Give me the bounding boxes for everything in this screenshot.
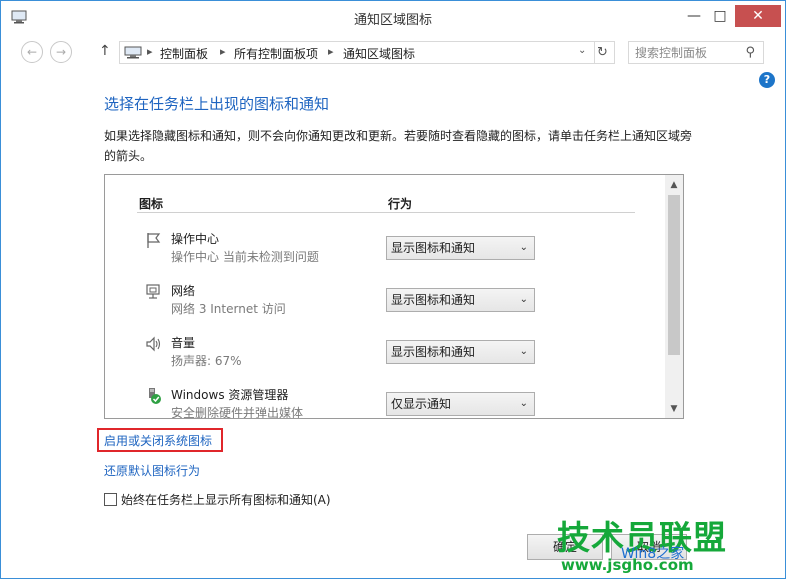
chevron-down-icon: ⌄ <box>519 294 528 305</box>
row-name: 音量 <box>171 336 196 350</box>
flag-icon <box>147 233 161 248</box>
minimize-button[interactable]: — <box>681 5 707 27</box>
page-title: 选择在任务栏上出现的图标和通知 <box>104 95 330 113</box>
scroll-up-icon[interactable]: ▲ <box>665 177 683 193</box>
list-item: Windows 资源管理器 安全删除硬件并弹出媒体 仅显示通知 ⌄ <box>105 384 665 419</box>
watermark-site: www.jsgho.com <box>561 556 694 574</box>
search-icon[interactable]: ⚲ <box>745 45 755 60</box>
behavior-select[interactable]: 显示图标和通知 ⌄ <box>386 340 535 364</box>
column-header-behavior: 行为 <box>388 197 413 211</box>
list-item: 音量 扬声器: 67% 显示图标和通知 ⌄ <box>105 332 665 382</box>
arrow-left-icon: ← <box>26 45 38 59</box>
chevron-down-icon: ⌄ <box>519 346 528 357</box>
always-show-checkbox[interactable] <box>104 493 117 506</box>
chevron-down-icon: ⌄ <box>519 242 528 253</box>
usb-eject-icon <box>149 388 161 404</box>
address-bar[interactable]: ▸ 控制面板 ▸ 所有控制面板项 ▸ 通知区域图标 ⌄ <box>119 41 595 64</box>
row-name: Windows 资源管理器 <box>171 388 289 402</box>
row-name: 操作中心 <box>171 232 220 246</box>
row-subtitle: 安全删除硬件并弹出媒体 <box>171 406 304 419</box>
vertical-scrollbar[interactable]: ▲ ▼ <box>665 175 683 418</box>
divider <box>137 212 635 213</box>
breadcrumb-separator-icon: ▸ <box>328 45 334 58</box>
window: 通知区域图标 — □ ✕ ← → ↑ ▸ 控制面板 ▸ 所有控制面板项 ▸ 通知… <box>0 0 786 579</box>
up-button[interactable]: ↑ <box>99 43 111 59</box>
icon-list-panel: 图标 行为 操作中心 操作中心 当前未检测到问题 显示图标和通知 ⌄ 网络 网络… <box>104 174 684 419</box>
behavior-select-value: 显示图标和通知 <box>391 241 476 255</box>
breadcrumb-separator-icon: ▸ <box>147 45 153 58</box>
list-item: 网络 网络 3 Internet 访问 显示图标和通知 ⌄ <box>105 280 665 330</box>
speaker-icon <box>146 336 161 352</box>
arrow-up-icon: ↑ <box>99 43 111 59</box>
control-panel-icon <box>124 46 142 59</box>
description-text: 如果选择隐藏图标和通知，则不会向你通知更改和更新。若要随时查看隐藏的图标，请单击… <box>104 129 693 163</box>
back-button[interactable]: ← <box>21 41 43 63</box>
breadcrumb-item[interactable]: 所有控制面板项 <box>234 45 318 62</box>
search-box: ⚲ <box>628 41 764 64</box>
row-subtitle: 操作中心 当前未检测到问题 <box>171 250 319 264</box>
column-header-icon: 图标 <box>139 197 164 211</box>
chevron-down-icon[interactable]: ⌄ <box>578 45 586 56</box>
system-icons-link[interactable]: 启用或关闭系统图标 <box>104 432 212 449</box>
refresh-button[interactable]: ↻ <box>591 41 615 64</box>
breadcrumb-item[interactable]: 通知区域图标 <box>343 45 415 62</box>
title-bar: 通知区域图标 — □ ✕ <box>1 1 785 33</box>
checkbox-label: 始终在任务栏上显示所有图标和通知(A) <box>121 493 331 507</box>
restore-defaults-link[interactable]: 还原默认图标行为 <box>104 462 200 479</box>
row-subtitle: 扬声器: 67% <box>171 354 242 368</box>
arrow-right-icon: → <box>55 45 67 59</box>
breadcrumb-item[interactable]: 控制面板 <box>160 45 208 62</box>
navigation-bar: ← → ↑ ▸ 控制面板 ▸ 所有控制面板项 ▸ 通知区域图标 ⌄ ↻ ⚲ <box>1 37 785 67</box>
scroll-thumb[interactable] <box>668 195 680 355</box>
behavior-select[interactable]: 显示图标和通知 ⌄ <box>386 288 535 312</box>
help-icon[interactable]: ? <box>759 72 775 88</box>
window-title: 通知区域图标 <box>353 13 432 28</box>
maximize-button[interactable]: □ <box>707 5 733 27</box>
row-name: 网络 <box>171 284 196 298</box>
behavior-select[interactable]: 仅显示通知 ⌄ <box>386 392 535 416</box>
list-item: 操作中心 操作中心 当前未检测到问题 显示图标和通知 ⌄ <box>105 228 665 278</box>
close-button[interactable]: ✕ <box>735 5 781 27</box>
behavior-select-value: 显示图标和通知 <box>391 293 476 307</box>
scroll-down-icon[interactable]: ▼ <box>665 401 683 417</box>
network-icon <box>146 284 160 299</box>
row-subtitle: 网络 3 Internet 访问 <box>171 302 286 316</box>
refresh-icon: ↻ <box>597 45 608 60</box>
breadcrumb-separator-icon: ▸ <box>220 45 226 58</box>
forward-button[interactable]: → <box>50 41 72 63</box>
search-input[interactable] <box>635 44 739 61</box>
behavior-select-value: 显示图标和通知 <box>391 345 476 359</box>
chevron-down-icon: ⌄ <box>519 398 528 409</box>
behavior-select-value: 仅显示通知 <box>391 397 452 411</box>
behavior-select[interactable]: 显示图标和通知 ⌄ <box>386 236 535 260</box>
